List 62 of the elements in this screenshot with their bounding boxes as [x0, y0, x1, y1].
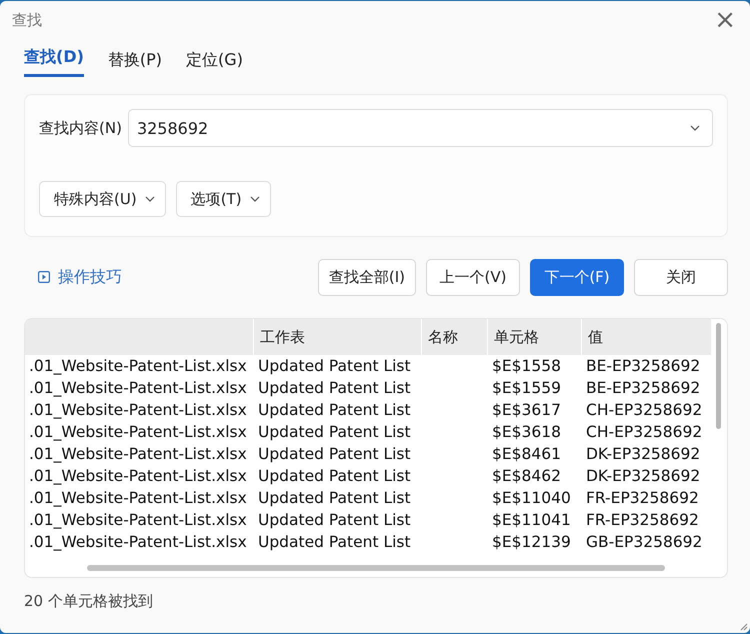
table-cell-text: GB-EP3258692 — [585, 532, 704, 553]
close-button[interactable]: × — [712, 7, 738, 33]
caret-icon — [144, 196, 155, 202]
resize-grip-icon[interactable] — [738, 621, 748, 631]
search-combobox[interactable]: 3258692 — [128, 109, 713, 147]
table-cell-text: .01_Website-Patent-List.xlsx — [28, 532, 248, 553]
caret-icon — [250, 196, 260, 202]
table-cell-text: Updated Patent List — [257, 356, 412, 377]
table-cell-text: .01_Website-Patent-List.xlsx — [28, 488, 248, 509]
table-cell-text: $E$8461 — [491, 444, 562, 465]
table-cell-text: BE-EP3258692 — [585, 378, 702, 399]
table-cell-text: FR-EP3258692 — [585, 510, 700, 531]
table-cell-text: .01_Website-Patent-List.xlsx — [28, 466, 248, 487]
table-cell-text: Updated Patent List — [257, 532, 412, 553]
table-cell-text: Updated Patent List — [257, 488, 412, 509]
table-cell-text: CH-EP3258692 — [585, 400, 704, 421]
table-cell-text: $E$12139 — [491, 532, 572, 553]
table-cell-text: .01_Website-Patent-List.xlsx — [28, 356, 248, 377]
tab[interactable]: 查找(D) — [24, 41, 84, 77]
table-cell-text: Updated Patent List — [257, 378, 412, 399]
button[interactable]: 上一个(V) — [426, 258, 520, 296]
dropdown-button[interactable]: 选项(T) — [176, 181, 271, 217]
table-cell-text: $E$3618 — [491, 422, 562, 443]
play-icon — [38, 271, 50, 283]
table-cell-text: DK-EP3258692 — [585, 444, 702, 465]
window-title: 查找 — [12, 10, 43, 30]
column-header: 名称 — [422, 319, 488, 355]
table-cell-text: Updated Patent List — [257, 444, 412, 465]
scrollbar[interactable] — [87, 565, 665, 571]
column-header: 单元格 — [488, 319, 582, 355]
table-cell-text: BE-EP3258692 — [585, 356, 702, 377]
column-header: 值 — [582, 319, 712, 355]
table-cell-text: .01_Website-Patent-List.xlsx — [28, 422, 248, 443]
table-cell-text: Updated Patent List — [257, 422, 412, 443]
table-cell-text: $E$1558 — [491, 356, 562, 377]
scrollbar[interactable] — [716, 323, 721, 429]
table-cell-text: CH-EP3258692 — [585, 422, 704, 443]
table-cell-text: Updated Patent List — [257, 510, 412, 531]
button[interactable]: 关闭 — [634, 258, 728, 296]
table-cell-text: .01_Website-Patent-List.xlsx — [28, 510, 248, 531]
table-cell-text: $E$11041 — [491, 510, 572, 531]
table-cell-text: $E$3617 — [491, 400, 562, 421]
table-cell-text: .01_Website-Patent-List.xlsx — [28, 378, 248, 399]
table-cell-text: Updated Patent List — [257, 466, 412, 487]
table-cell-text: $E$8462 — [491, 466, 562, 487]
tips-link[interactable]: 操作技巧 — [38, 266, 122, 288]
column-header: 工作表 — [254, 319, 422, 355]
table-cell-text: $E$11040 — [491, 488, 572, 509]
table-cell-text: .01_Website-Patent-List.xlsx — [28, 400, 248, 421]
status-text: 20 个单元格被找到 — [24, 592, 154, 611]
button[interactable]: 查找全部(I) — [318, 258, 416, 296]
tab[interactable]: 替换(P) — [108, 41, 162, 79]
tab[interactable]: 定位(G) — [186, 41, 243, 79]
table-cell-text: FR-EP3258692 — [585, 488, 700, 509]
primary-button[interactable]: 下一个(F) — [530, 258, 624, 296]
field-label: 查找内容(N) — [39, 118, 122, 138]
table-cell-text: DK-EP3258692 — [585, 466, 702, 487]
table-cell-text: $E$1559 — [491, 378, 562, 399]
table-cell-text: .01_Website-Patent-List.xlsx — [28, 444, 248, 465]
dropdown-button[interactable]: 特殊内容(U) — [39, 181, 166, 217]
caret-icon — [690, 125, 700, 131]
table-cell-text: Updated Patent List — [257, 400, 412, 421]
